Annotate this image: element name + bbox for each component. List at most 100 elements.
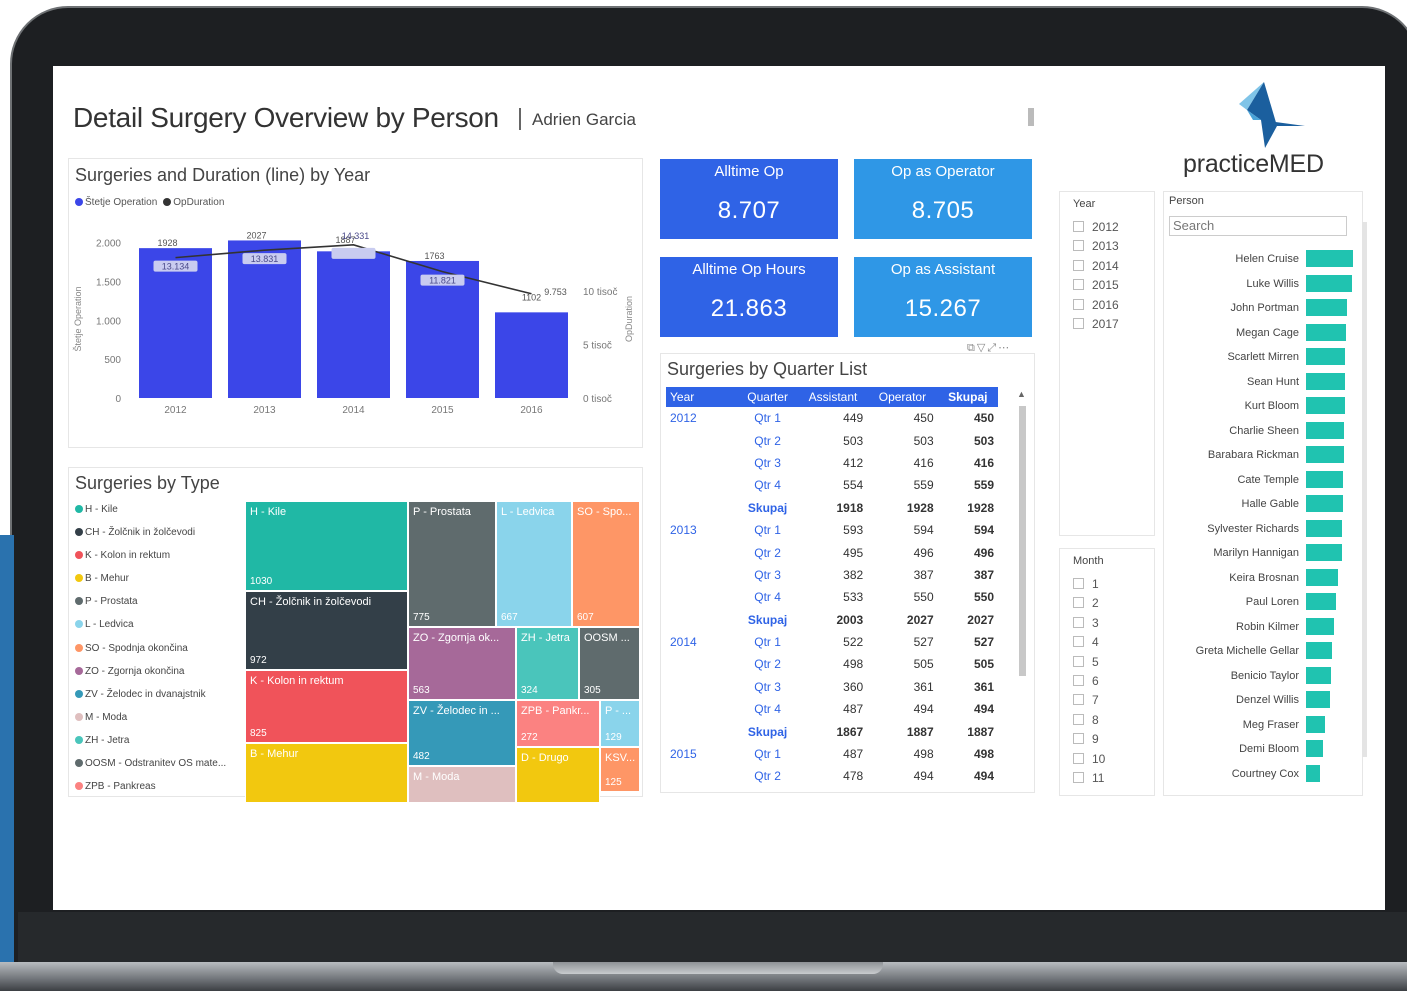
legend-item[interactable]: CH - Žolčnik in žolčevodi bbox=[75, 527, 226, 550]
person-name-label[interactable]: Denzel Willis bbox=[1236, 694, 1299, 706]
table-scrollbar[interactable] bbox=[1019, 406, 1026, 676]
person-name-label[interactable]: Keira Brosnan bbox=[1229, 572, 1299, 584]
treemap-tile[interactable]: ZV - Želodec in ... 482 bbox=[408, 700, 516, 766]
table-row[interactable]: Qtr 2 495 496 496 bbox=[666, 541, 998, 563]
person-name-label[interactable]: Halle Gable bbox=[1242, 498, 1299, 510]
checkbox-icon[interactable] bbox=[1073, 655, 1084, 667]
person-name-label[interactable]: Kurt Bloom bbox=[1245, 400, 1299, 412]
treemap-tile[interactable]: B - Mehur bbox=[245, 743, 408, 803]
table-row[interactable]: Qtr 2 498 505 505 bbox=[666, 653, 998, 675]
checkbox-icon[interactable] bbox=[1073, 616, 1084, 628]
slicer-option[interactable]: 5 bbox=[1073, 655, 1099, 669]
slicer-option[interactable]: 11 bbox=[1073, 771, 1104, 785]
col-header-operator[interactable]: Operator bbox=[867, 387, 938, 407]
legend-item[interactable]: P - Prostata bbox=[75, 596, 226, 619]
slicer-option[interactable]: 2014 bbox=[1073, 259, 1119, 273]
table-row[interactable]: Qtr 3 412 416 416 bbox=[666, 452, 998, 474]
treemap-tile[interactable]: P - ... 129 bbox=[600, 700, 640, 747]
table-row[interactable]: 2013 Qtr 1 593 594 594 bbox=[666, 519, 998, 541]
person-name-label[interactable]: Marilyn Hannigan bbox=[1213, 547, 1299, 559]
person-slicer[interactable]: Person Search Helen Cruise Luke Willis Joh… bbox=[1163, 191, 1367, 796]
person-name-label[interactable]: Paul Loren bbox=[1246, 596, 1299, 608]
legend-item[interactable]: M - Moda bbox=[75, 712, 226, 735]
treemap-tile[interactable]: KSV... 125 bbox=[600, 747, 640, 792]
table-row[interactable]: Qtr 3 360 361 361 bbox=[666, 676, 998, 698]
table-row[interactable]: Qtr 2 503 503 503 bbox=[666, 429, 998, 451]
treemap-tile[interactable]: M - Moda bbox=[408, 766, 516, 803]
col-header-total[interactable]: Skupaj bbox=[937, 387, 998, 407]
slicer-option[interactable]: 8 bbox=[1073, 713, 1099, 727]
table-subtotal-row[interactable]: Skupaj 1867 1887 1887 bbox=[666, 720, 998, 742]
slicer-option[interactable]: 10 bbox=[1073, 752, 1105, 766]
surgeries-by-quarter-table[interactable]: Surgeries by Quarter List Year Quarter A… bbox=[660, 353, 1035, 793]
slicer-option[interactable]: 9 bbox=[1073, 732, 1099, 746]
person-name-label[interactable]: Benicio Taylor bbox=[1231, 670, 1299, 682]
surgeries-duration-chart[interactable]: Surgeries and Duration (line) by Year Št… bbox=[68, 158, 643, 448]
kpi-alltime-op-hours[interactable]: Alltime Op Hours 21.863 bbox=[660, 257, 838, 337]
legend-item[interactable]: ZO - Zgornja okončina bbox=[75, 666, 226, 689]
person-search-input[interactable]: Search bbox=[1169, 216, 1347, 236]
person-name-label[interactable]: Greta Michelle Gellar bbox=[1196, 645, 1299, 657]
col-header-year[interactable]: Year bbox=[666, 387, 737, 407]
table-subtotal-row[interactable]: Skupaj 2003 2027 2027 bbox=[666, 609, 998, 631]
checkbox-icon[interactable] bbox=[1073, 636, 1084, 648]
checkbox-icon[interactable] bbox=[1073, 675, 1084, 686]
slicer-option[interactable]: 2015 bbox=[1073, 278, 1119, 292]
scroll-up-icon[interactable]: ▲ bbox=[1017, 389, 1026, 399]
treemap-tile[interactable]: L - Ledvica 667 bbox=[496, 501, 572, 627]
legend-item[interactable]: ZV - Želodec in dvanajstnik bbox=[75, 689, 226, 712]
checkbox-icon[interactable] bbox=[1073, 752, 1084, 764]
person-name-label[interactable]: Sylvester Richards bbox=[1207, 523, 1299, 535]
slicer-option[interactable]: 4 bbox=[1073, 635, 1099, 649]
person-name-label[interactable]: Cate Temple bbox=[1237, 474, 1299, 486]
legend-item[interactable]: ZPB - Pankreas bbox=[75, 781, 226, 804]
person-name-label[interactable]: Scarlett Mirren bbox=[1227, 351, 1299, 363]
checkbox-icon[interactable] bbox=[1073, 221, 1084, 232]
legend-item[interactable]: ZH - Jetra bbox=[75, 735, 226, 758]
slicer-option[interactable]: 2013 bbox=[1073, 239, 1119, 253]
table-row[interactable]: Qtr 4 487 494 494 bbox=[666, 698, 998, 720]
year-slicer[interactable]: Year 2012 2013 2014 2015 2016 2017 bbox=[1059, 191, 1155, 536]
month-slicer[interactable]: Month 1 2 3 4 5 6 7 8 9 10 11 bbox=[1059, 548, 1155, 796]
checkbox-icon[interactable] bbox=[1073, 578, 1084, 589]
checkbox-icon[interactable] bbox=[1073, 694, 1084, 706]
legend-item[interactable]: L - Ledvica bbox=[75, 619, 226, 642]
table-row[interactable]: 2012 Qtr 1 449 450 450 bbox=[666, 407, 998, 429]
person-name-label[interactable]: Courtney Cox bbox=[1232, 768, 1299, 780]
legend-item[interactable]: H - Kile bbox=[75, 504, 226, 527]
col-header-quarter[interactable]: Quarter bbox=[736, 387, 799, 407]
checkbox-icon[interactable] bbox=[1073, 713, 1084, 725]
checkbox-icon[interactable] bbox=[1073, 733, 1084, 745]
checkbox-icon[interactable] bbox=[1073, 772, 1084, 783]
treemap-tile[interactable]: D - Drugo bbox=[516, 747, 600, 803]
slicer-option[interactable]: 2012 bbox=[1073, 220, 1119, 234]
checkbox-icon[interactable] bbox=[1073, 318, 1084, 329]
person-name-label[interactable]: Helen Cruise bbox=[1235, 253, 1299, 265]
table-row[interactable]: 2014 Qtr 1 522 527 527 bbox=[666, 631, 998, 653]
slicer-option[interactable]: 2017 bbox=[1073, 317, 1119, 331]
legend-item[interactable]: SO - Spodnja okončina bbox=[75, 643, 226, 666]
person-name-label[interactable]: Megan Cage bbox=[1236, 327, 1299, 339]
person-name-label[interactable]: John Portman bbox=[1231, 302, 1299, 314]
person-name-label[interactable]: Robin Kilmer bbox=[1236, 621, 1299, 633]
table-row[interactable]: Qtr 4 554 559 559 bbox=[666, 474, 998, 496]
table-row[interactable]: Qtr 4 533 550 550 bbox=[666, 586, 998, 608]
treemap-tile[interactable]: CH - Žolčnik in žolčevodi 972 bbox=[245, 591, 408, 670]
person-name-label[interactable]: Luke Willis bbox=[1246, 278, 1299, 290]
slicer-option[interactable]: 7 bbox=[1073, 693, 1099, 707]
table-row[interactable]: 2015 Qtr 1 487 498 498 bbox=[666, 743, 998, 765]
slicer-option[interactable]: 6 bbox=[1073, 674, 1099, 688]
kpi-op-as-assistant[interactable]: Op as Assistant 15.267 bbox=[854, 257, 1032, 337]
person-scrollbar[interactable] bbox=[1362, 222, 1367, 757]
slicer-option[interactable]: 3 bbox=[1073, 616, 1099, 630]
table-subtotal-row[interactable]: Skupaj 1918 1928 1928 bbox=[666, 497, 998, 519]
checkbox-icon[interactable] bbox=[1073, 298, 1084, 310]
person-name-label[interactable]: Meg Fraser bbox=[1243, 719, 1299, 731]
table-row[interactable]: Qtr 2 478 494 494 bbox=[666, 765, 998, 787]
checkbox-icon[interactable] bbox=[1073, 240, 1084, 252]
treemap-tile[interactable]: ZPB - Pankr... 272 bbox=[516, 700, 600, 747]
treemap-tile[interactable]: SO - Spo... 607 bbox=[572, 501, 640, 627]
kpi-op-as-operator[interactable]: Op as Operator 8.705 bbox=[854, 159, 1032, 239]
legend-item[interactable]: B - Mehur bbox=[75, 573, 226, 596]
person-name-label[interactable]: Demi Bloom bbox=[1239, 743, 1299, 755]
